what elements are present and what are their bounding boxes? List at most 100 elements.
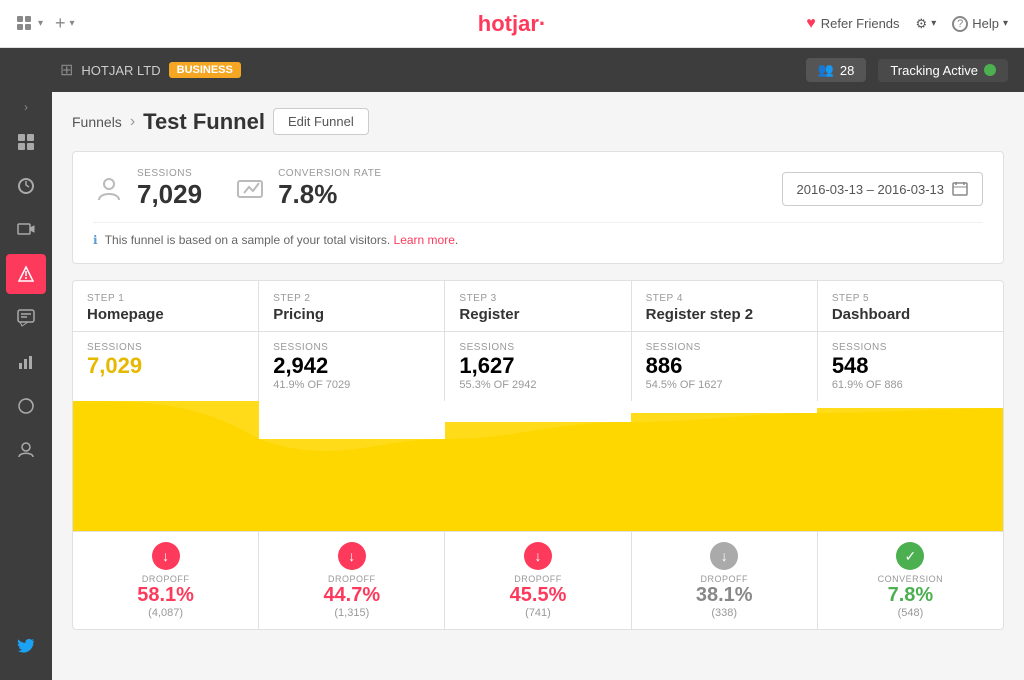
- learn-more-link[interactable]: Learn more: [394, 233, 455, 247]
- conversion-stat-icon: [234, 173, 266, 205]
- grid-icon-btn[interactable]: ▾: [16, 15, 43, 33]
- dropoff-count-1: (4,087): [87, 607, 244, 619]
- stats-metrics: SESSIONS 7,029 CONVERSION RATE 7.8%: [93, 168, 382, 210]
- gear-icon: ⚙: [916, 16, 928, 32]
- breadcrumb-funnels-link[interactable]: Funnels: [72, 114, 122, 130]
- session-col-2: SESSIONS 2,942 41.9% OF 7029: [259, 332, 445, 401]
- dropoff-icon-4: ↓: [710, 542, 738, 570]
- help-btn[interactable]: ? Help ▾: [952, 16, 1008, 32]
- session-sub-2: 41.9% OF 7029: [273, 379, 430, 391]
- step-label-3: STEP 3: [459, 293, 616, 304]
- dropoff-col-4: ↓ DROPOFF 38.1% (338): [632, 532, 818, 629]
- twitter-btn[interactable]: [9, 629, 43, 668]
- conversion-label: CONVERSION RATE: [278, 168, 381, 179]
- session-col-4: SESSIONS 886 54.5% OF 1627: [632, 332, 818, 401]
- date-range-btn[interactable]: 2016-03-13 – 2016-03-13: [782, 172, 983, 206]
- funnel-svg: [73, 401, 1003, 531]
- dropoff-pct-2: 44.7%: [273, 584, 430, 607]
- session-value-3: 1,627: [459, 353, 616, 379]
- session-value-4: 886: [646, 353, 803, 379]
- sidebar-item-heatmaps[interactable]: [6, 254, 46, 294]
- conversion-stat-text: CONVERSION RATE 7.8%: [278, 168, 381, 210]
- session-label-2: SESSIONS: [273, 342, 430, 353]
- main-layout: › Fun: [0, 92, 1024, 680]
- step-name-4: Register step 2: [646, 306, 803, 323]
- dropoff-count-2: (1,315): [273, 607, 430, 619]
- dropoff-col-3: ↓ DROPOFF 45.5% (741): [445, 532, 631, 629]
- plus-icon: +: [55, 13, 66, 34]
- brand-name: HOTJAR LTD: [81, 63, 160, 78]
- session-label-3: SESSIONS: [459, 342, 616, 353]
- help-label: Help: [972, 16, 999, 31]
- session-value-5: 548: [832, 353, 989, 379]
- dropoff-label-2: DROPOFF: [273, 574, 430, 584]
- session-col-5: SESSIONS 548 61.9% OF 886: [818, 332, 1003, 401]
- plan-badge: BUSINESS: [169, 62, 241, 78]
- sessions-value: 7,029: [137, 179, 202, 210]
- plus-btn[interactable]: + ▾: [55, 13, 75, 34]
- dropoff-row: ↓ DROPOFF 58.1% (4,087) ↓ DROPOFF 44.7% …: [73, 531, 1003, 629]
- sidebar-item-activity[interactable]: [6, 166, 46, 206]
- session-label-1: SESSIONS: [87, 342, 244, 353]
- dropoff-pct-1: 58.1%: [87, 584, 244, 607]
- sidebar-item-recordings[interactable]: [6, 210, 46, 250]
- sidebar-item-polls[interactable]: [6, 386, 46, 426]
- twitter-icon: [17, 637, 35, 655]
- steps-header: STEP 1 Homepage STEP 2 Pricing STEP 3 Re…: [73, 281, 1003, 332]
- users-badge[interactable]: 👥 28: [806, 58, 867, 82]
- funnel-chart: [73, 401, 1003, 531]
- logo-dot: ·: [539, 11, 546, 36]
- refer-friends-label: Refer Friends: [821, 16, 900, 31]
- step-label-5: STEP 5: [832, 293, 989, 304]
- hotjar-logo: hotjar·: [478, 11, 546, 37]
- sidebar-item-dashboard[interactable]: [6, 122, 46, 162]
- session-sub-4: 54.5% OF 1627: [646, 379, 803, 391]
- edit-funnel-btn[interactable]: Edit Funnel: [273, 108, 369, 135]
- users-icon: 👥: [818, 62, 834, 78]
- info-message: This funnel is based on a sample of your…: [105, 233, 390, 247]
- tracking-dot: [984, 64, 996, 76]
- sidebar-bottom: [9, 629, 43, 680]
- info-icon: ℹ: [93, 233, 98, 247]
- polls-icon: [17, 397, 35, 415]
- sidebar-item-users[interactable]: [6, 430, 46, 470]
- main-content: Funnels › Test Funnel Edit Funnel SESSIO…: [52, 92, 1024, 680]
- refer-friends-btn[interactable]: ♥ Refer Friends: [806, 15, 899, 33]
- sessions-stat: SESSIONS 7,029: [93, 168, 202, 210]
- session-value-2: 2,942: [273, 353, 430, 379]
- plus-dropdown-arrow: ▾: [70, 18, 75, 29]
- settings-btn[interactable]: ⚙ ▾: [916, 16, 937, 32]
- user-icon: [17, 441, 35, 459]
- question-icon: ?: [952, 16, 968, 32]
- step-name-5: Dashboard: [832, 306, 989, 323]
- step-name-2: Pricing: [273, 306, 430, 323]
- logo-text: hotjar: [478, 11, 539, 36]
- sidebar-collapse-btn[interactable]: ›: [24, 100, 28, 114]
- session-col-1: SESSIONS 7,029: [73, 332, 259, 401]
- conversion-label-5: CONVERSION: [832, 574, 989, 584]
- sidebar-item-analytics[interactable]: [6, 342, 46, 382]
- date-range-text: 2016-03-13 – 2016-03-13: [797, 182, 944, 197]
- feedback-icon: [17, 309, 35, 327]
- building-icon: ⊞: [60, 60, 73, 80]
- step-col-2: STEP 2 Pricing: [259, 281, 445, 331]
- settings-dropdown-arrow: ▾: [931, 18, 936, 29]
- stats-row: SESSIONS 7,029 CONVERSION RATE 7.8% 2016…: [93, 168, 983, 210]
- grid-icon: [16, 15, 34, 33]
- camera-icon: [17, 221, 35, 239]
- session-value-1: 7,029: [87, 353, 244, 379]
- dropoff-icon-1: ↓: [152, 542, 180, 570]
- sub-header-right: 👥 28 Tracking Active: [806, 58, 1008, 82]
- step-label-1: STEP 1: [87, 293, 244, 304]
- tracking-label: Tracking Active: [890, 63, 978, 78]
- conversion-count-5: (548): [832, 607, 989, 619]
- heart-icon: ♥: [806, 15, 816, 33]
- top-nav-right: ♥ Refer Friends ⚙ ▾ ? Help ▾: [806, 15, 1008, 33]
- heatmaps-icon: [17, 265, 35, 283]
- session-col-3: SESSIONS 1,627 55.3% OF 2942: [445, 332, 631, 401]
- analytics-icon: [17, 353, 35, 371]
- tracking-active-badge: Tracking Active: [878, 59, 1008, 82]
- dashboard-icon: [17, 133, 35, 151]
- top-nav-left: ▾ + ▾: [16, 13, 75, 34]
- sidebar-item-feedback[interactable]: [6, 298, 46, 338]
